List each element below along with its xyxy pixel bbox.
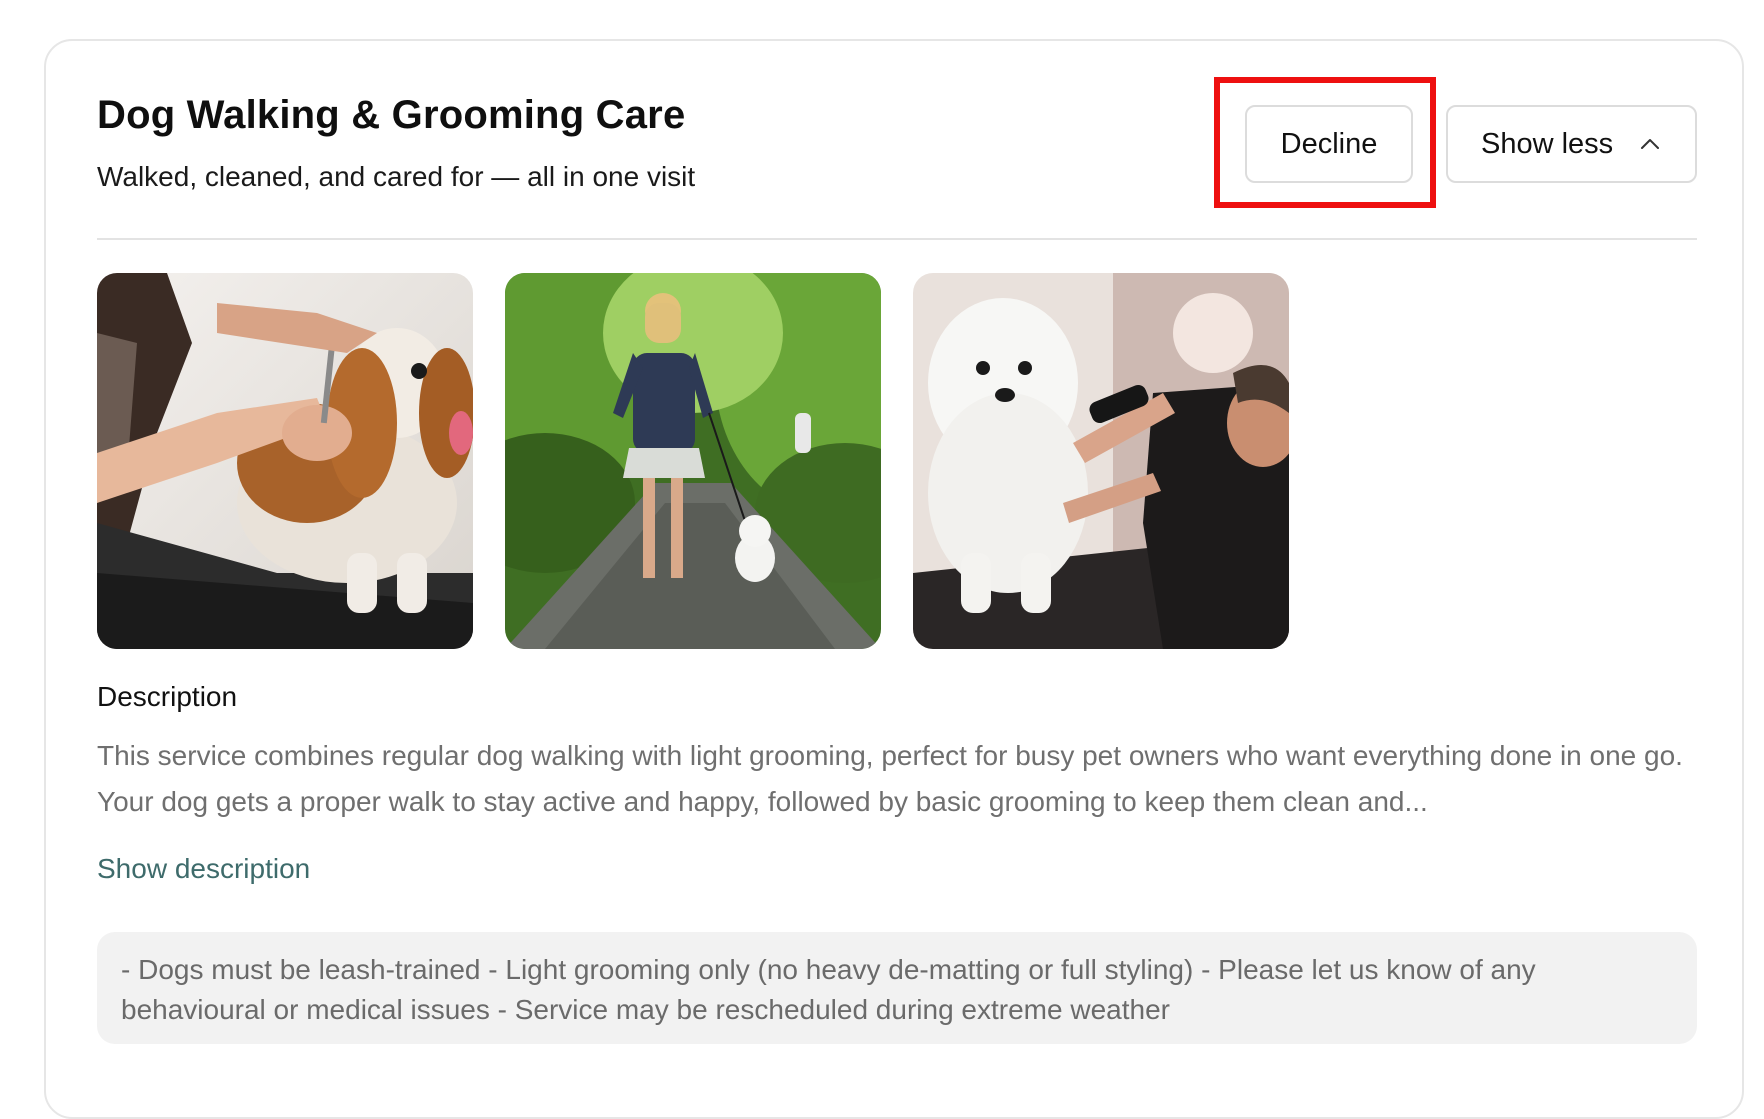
service-card: Dog Walking & Grooming Care Walked, clea… bbox=[44, 39, 1744, 1119]
service-notes: - Dogs must be leash-trained - Light gro… bbox=[97, 932, 1697, 1044]
photo-groomer-clipping-white-poodle[interactable] bbox=[913, 273, 1289, 649]
service-subtitle: Walked, cleaned, and cared for — all in … bbox=[97, 161, 696, 192]
show-description-link[interactable]: Show description bbox=[97, 853, 310, 885]
description-heading: Description bbox=[97, 681, 238, 712]
show-less-label: Show less bbox=[1481, 127, 1614, 160]
description-text: This service combines regular dog walkin… bbox=[97, 740, 1683, 817]
photo-woman-walking-white-dog-in-park[interactable] bbox=[505, 273, 881, 649]
header-divider bbox=[97, 238, 1697, 240]
photo-groomer-brushing-cavalier-spaniel[interactable] bbox=[97, 273, 473, 649]
service-title: Dog Walking & Grooming Care bbox=[97, 93, 686, 137]
chevron-up-icon bbox=[1641, 139, 1659, 149]
decline-button[interactable]: Decline bbox=[1245, 105, 1413, 183]
show-less-button[interactable]: Show less bbox=[1446, 105, 1697, 183]
